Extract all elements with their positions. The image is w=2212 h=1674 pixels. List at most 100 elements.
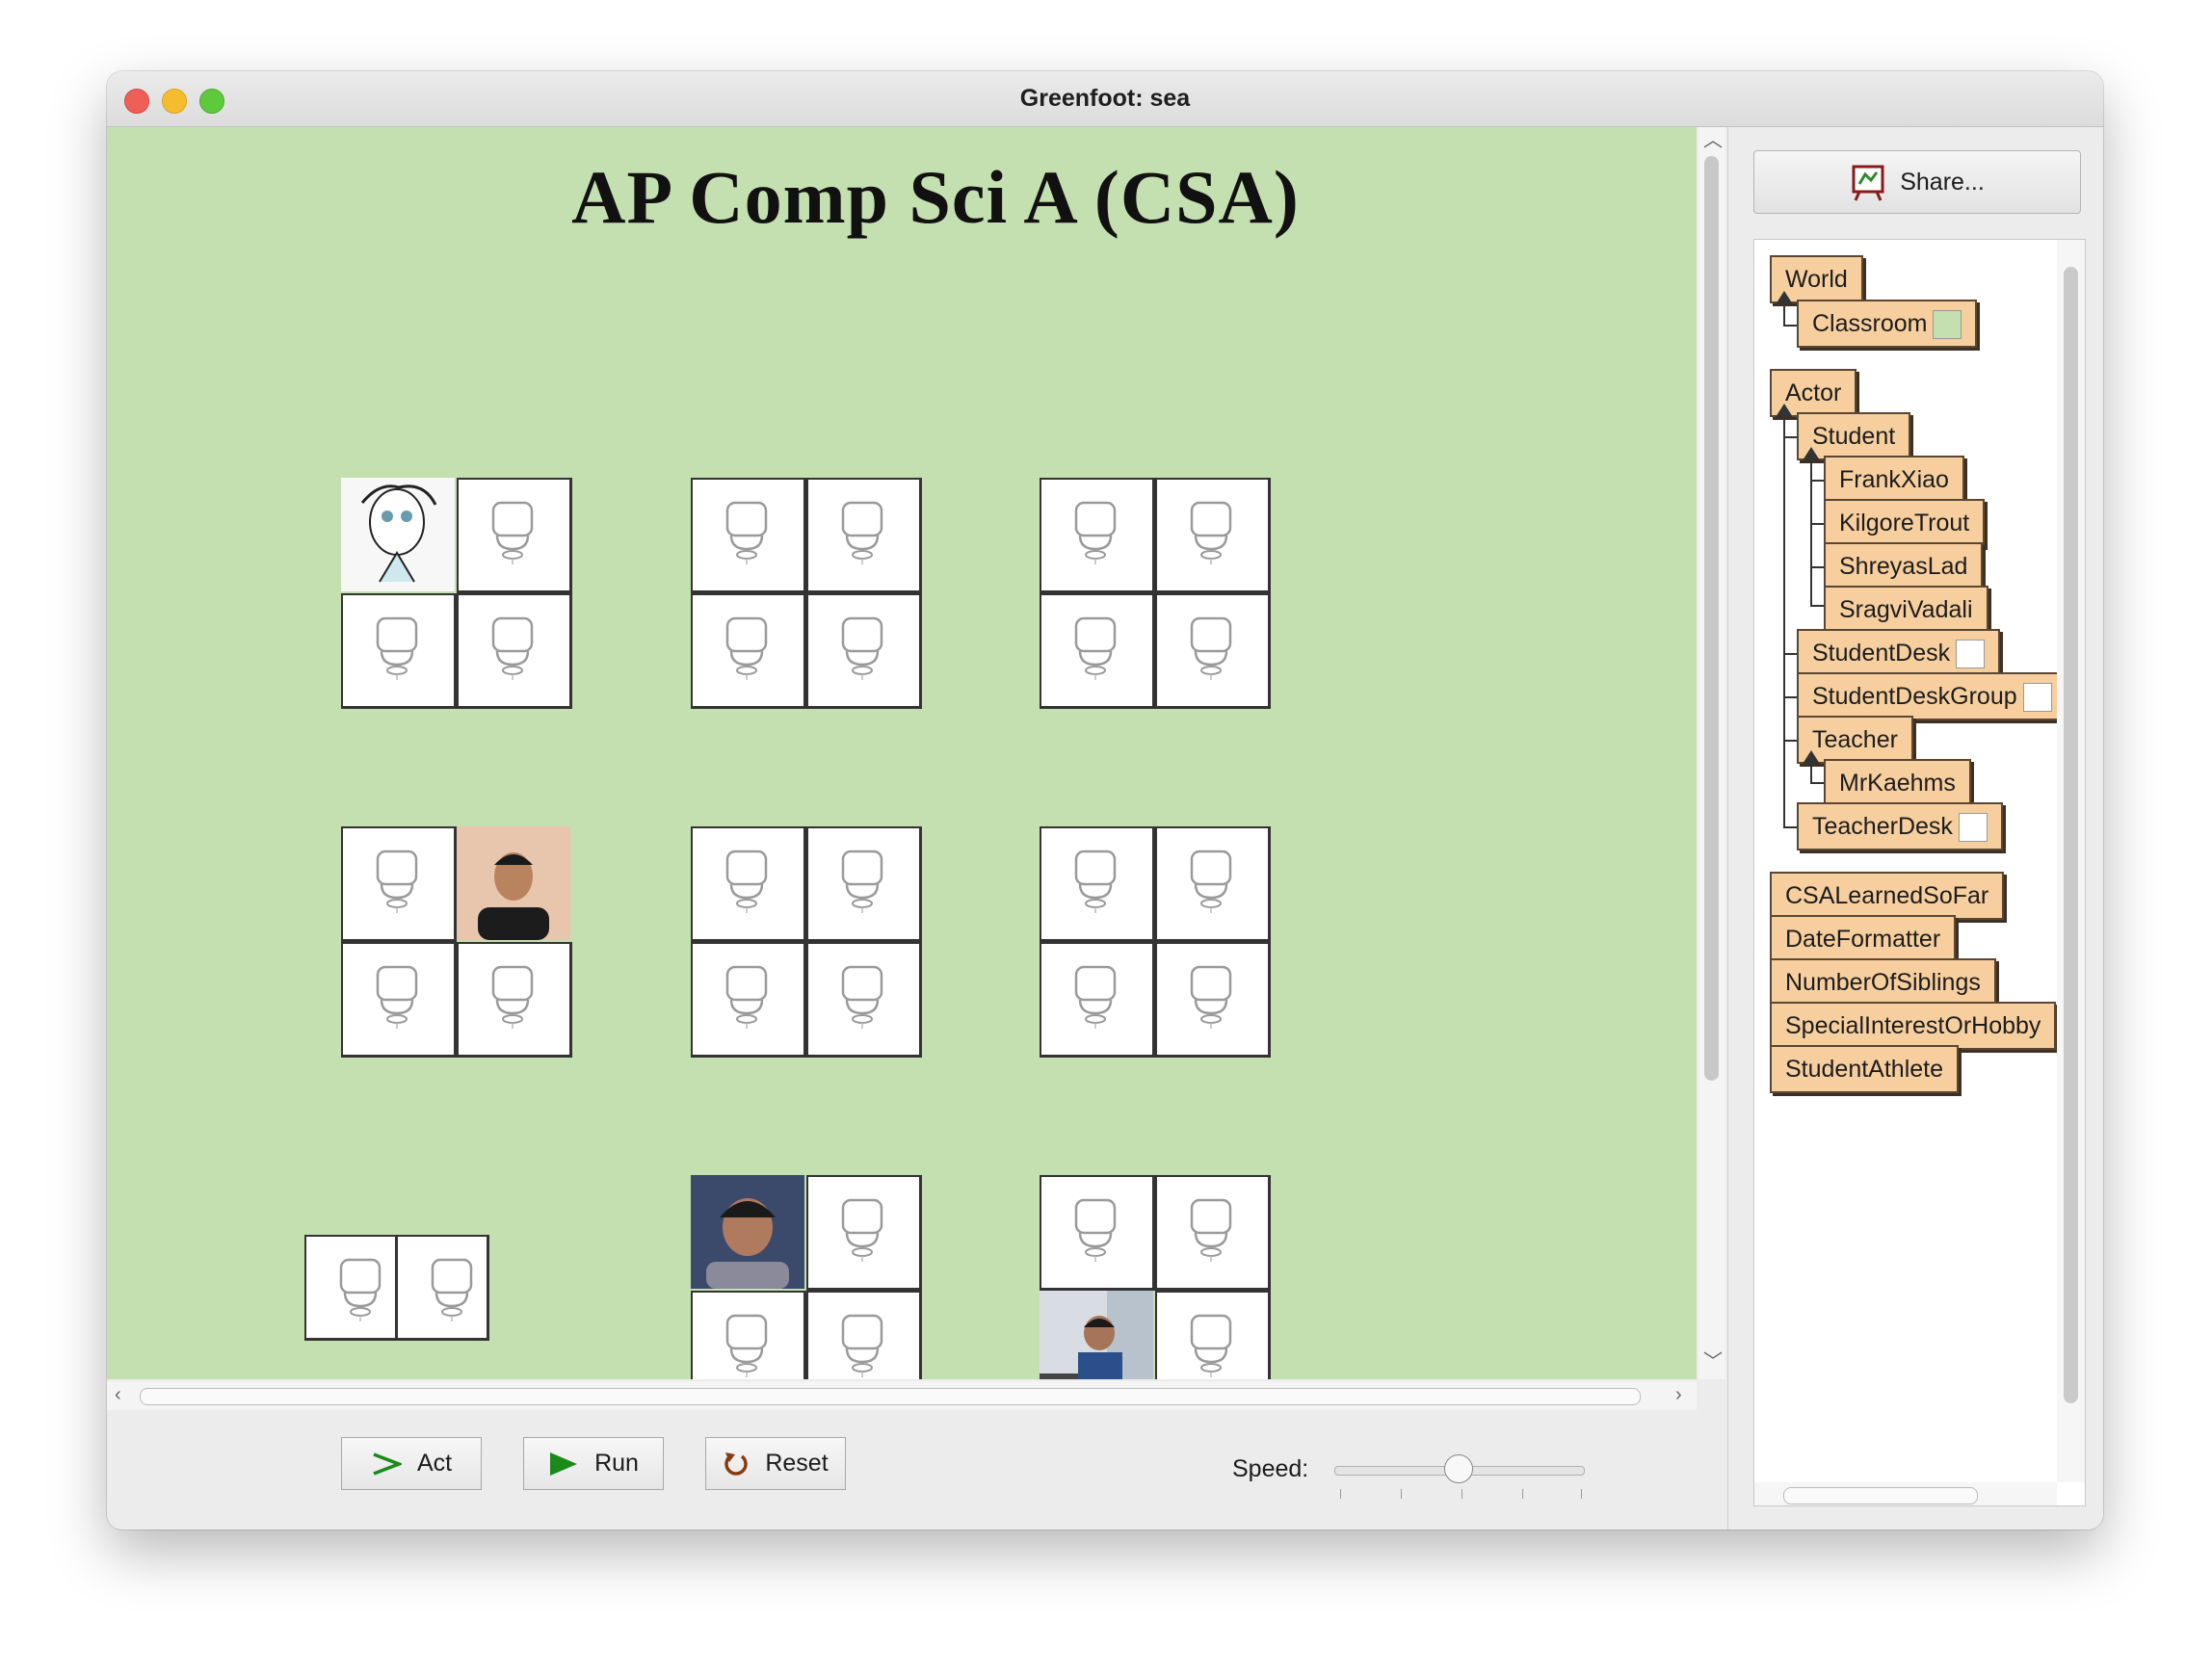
class-tree-hscroll-thumb[interactable] — [1783, 1487, 1978, 1504]
student-photo[interactable] — [457, 826, 570, 940]
student-desk[interactable] — [1040, 478, 1155, 593]
act-label: Act — [416, 1450, 453, 1477]
student-desk[interactable] — [691, 826, 806, 942]
window-title: Greenfoot: sea — [1019, 85, 1191, 112]
student-desk[interactable] — [691, 1291, 806, 1379]
tree-line — [1783, 740, 1797, 742]
world-vertical-scrollbar[interactable]: ︿ ﹀ — [1698, 127, 1725, 1379]
class-specialinterestorhobby[interactable]: SpecialInterestOrHobby — [1770, 1002, 2057, 1050]
class-mrkaehms[interactable]: MrKaehms — [1824, 759, 1971, 807]
student-photo[interactable] — [691, 1175, 804, 1289]
world-horizontal-scrollbar[interactable]: ‹ › — [107, 1381, 1697, 1410]
speed-tick — [1522, 1489, 1523, 1499]
scroll-left-arrow-icon[interactable]: ‹ — [115, 1385, 121, 1404]
class-kilgoretrout[interactable]: KilgoreTrout — [1824, 499, 1986, 547]
student-desk[interactable] — [457, 593, 572, 709]
student-desk[interactable] — [341, 593, 457, 709]
speed-slider-knob[interactable] — [1444, 1454, 1473, 1483]
run-icon — [550, 1452, 578, 1476]
student-desk[interactable] — [1155, 826, 1271, 942]
title-bar: Greenfoot: sea — [107, 71, 2103, 127]
class-studentdesk-label: StudentDesk — [1812, 640, 1951, 667]
tree-line — [1783, 303, 1785, 327]
tree-line — [1810, 480, 1824, 482]
student-desk[interactable] — [806, 1291, 922, 1379]
class-studentdeskgroup-label: StudentDeskGroup — [1812, 683, 2017, 710]
world-hscroll-thumb[interactable] — [140, 1388, 1641, 1405]
student-desk[interactable] — [806, 826, 922, 942]
class-sragvivadali[interactable]: SragviVadali — [1824, 586, 1988, 634]
student-desk[interactable] — [341, 942, 457, 1058]
class-shreyaslad-label: ShreyasLad — [1839, 553, 1968, 580]
student-desk[interactable] — [1155, 478, 1271, 593]
act-icon — [373, 1452, 402, 1476]
share-button[interactable]: Share... — [1753, 150, 2081, 214]
student-desk[interactable] — [806, 1175, 922, 1291]
class-tree-horizontal-scrollbar[interactable] — [1754, 1482, 2057, 1505]
class-csalearnedsofar[interactable]: CSALearnedSoFar — [1770, 872, 2005, 920]
speed-tick — [1401, 1489, 1402, 1499]
student-desk[interactable] — [1155, 593, 1271, 709]
class-teacherdesk[interactable]: TeacherDesk — [1797, 802, 2003, 850]
student-desk[interactable] — [691, 593, 806, 709]
student-desk[interactable] — [457, 478, 572, 593]
reset-button[interactable]: Reset — [705, 1437, 846, 1490]
class-csalearnedsofar-label: CSALearnedSoFar — [1785, 882, 1989, 909]
class-frankxiao[interactable]: FrankXiao — [1824, 456, 1964, 504]
class-dateformatter-label: DateFormatter — [1785, 926, 1941, 953]
class-studentdeskgroup[interactable]: StudentDeskGroup — [1797, 672, 2067, 720]
tree-line — [1783, 416, 1785, 828]
student-desk[interactable] — [457, 942, 572, 1058]
student-photo[interactable] — [1040, 1291, 1153, 1379]
speed-tick — [1340, 1489, 1341, 1499]
class-numberofsiblings[interactable]: NumberOfSiblings — [1770, 958, 1996, 1007]
desk-thumbnail-icon — [1956, 640, 1986, 669]
class-teacherdesk-label: TeacherDesk — [1812, 813, 1953, 840]
class-dateformatter[interactable]: DateFormatter — [1770, 915, 1957, 963]
run-button[interactable]: Run — [523, 1437, 664, 1490]
class-tree: World Classroom Actor Student FrankXiao … — [1753, 239, 2086, 1506]
act-button[interactable]: Act — [341, 1437, 482, 1490]
teacher-desk[interactable] — [304, 1235, 398, 1341]
student-photo[interactable] — [341, 478, 455, 591]
teacher-desk[interactable] — [396, 1235, 489, 1341]
student-desk[interactable] — [1155, 1291, 1271, 1379]
scroll-down-arrow-icon[interactable]: ﹀ — [1703, 1352, 1723, 1372]
class-tree-vertical-scrollbar[interactable] — [2057, 240, 2085, 1482]
student-desk[interactable] — [1155, 942, 1271, 1058]
easel-icon — [1852, 165, 1884, 201]
desk-group-thumbnail-icon — [2022, 683, 2052, 713]
class-numberofsiblings-label: NumberOfSiblings — [1785, 969, 1981, 996]
student-desk[interactable] — [1040, 826, 1155, 942]
speed-label: Speed: — [1232, 1455, 1309, 1482]
student-desk[interactable] — [341, 826, 457, 942]
student-desk[interactable] — [1040, 593, 1155, 709]
class-classroom[interactable]: Classroom — [1797, 300, 1978, 348]
class-studentdesk[interactable]: StudentDesk — [1797, 629, 2001, 677]
world-canvas[interactable]: AP Comp Sci A (CSA) — [107, 127, 1697, 1379]
tree-line — [1783, 325, 1797, 327]
class-frankxiao-label: FrankXiao — [1839, 466, 1949, 493]
tree-line — [1810, 763, 1812, 783]
student-desk[interactable] — [691, 478, 806, 593]
world-vscroll-thumb[interactable] — [1704, 156, 1719, 1081]
tree-line — [1783, 696, 1797, 698]
inherit-arrow-icon — [1776, 404, 1793, 417]
scroll-right-arrow-icon[interactable]: › — [1675, 1385, 1682, 1404]
scroll-up-arrow-icon[interactable]: ︿ — [1703, 131, 1723, 150]
student-desk[interactable] — [806, 942, 922, 1058]
student-desk[interactable] — [1155, 1175, 1271, 1291]
class-tree-vscroll-thumb[interactable] — [2064, 267, 2078, 1403]
tree-line — [1810, 523, 1824, 525]
student-desk[interactable] — [1040, 942, 1155, 1058]
share-label: Share... — [1900, 168, 1985, 196]
tree-line — [1783, 436, 1797, 438]
student-desk[interactable] — [806, 593, 922, 709]
student-desk[interactable] — [1040, 1175, 1155, 1291]
student-desk[interactable] — [806, 478, 922, 593]
student-desk[interactable] — [691, 942, 806, 1058]
class-sragvivadali-label: SragviVadali — [1839, 596, 1973, 623]
class-shreyaslad[interactable]: ShreyasLad — [1824, 542, 1984, 590]
class-specialinterestorhobby-label: SpecialInterestOrHobby — [1785, 1012, 2041, 1039]
class-studentathlete[interactable]: StudentAthlete — [1770, 1045, 1960, 1093]
